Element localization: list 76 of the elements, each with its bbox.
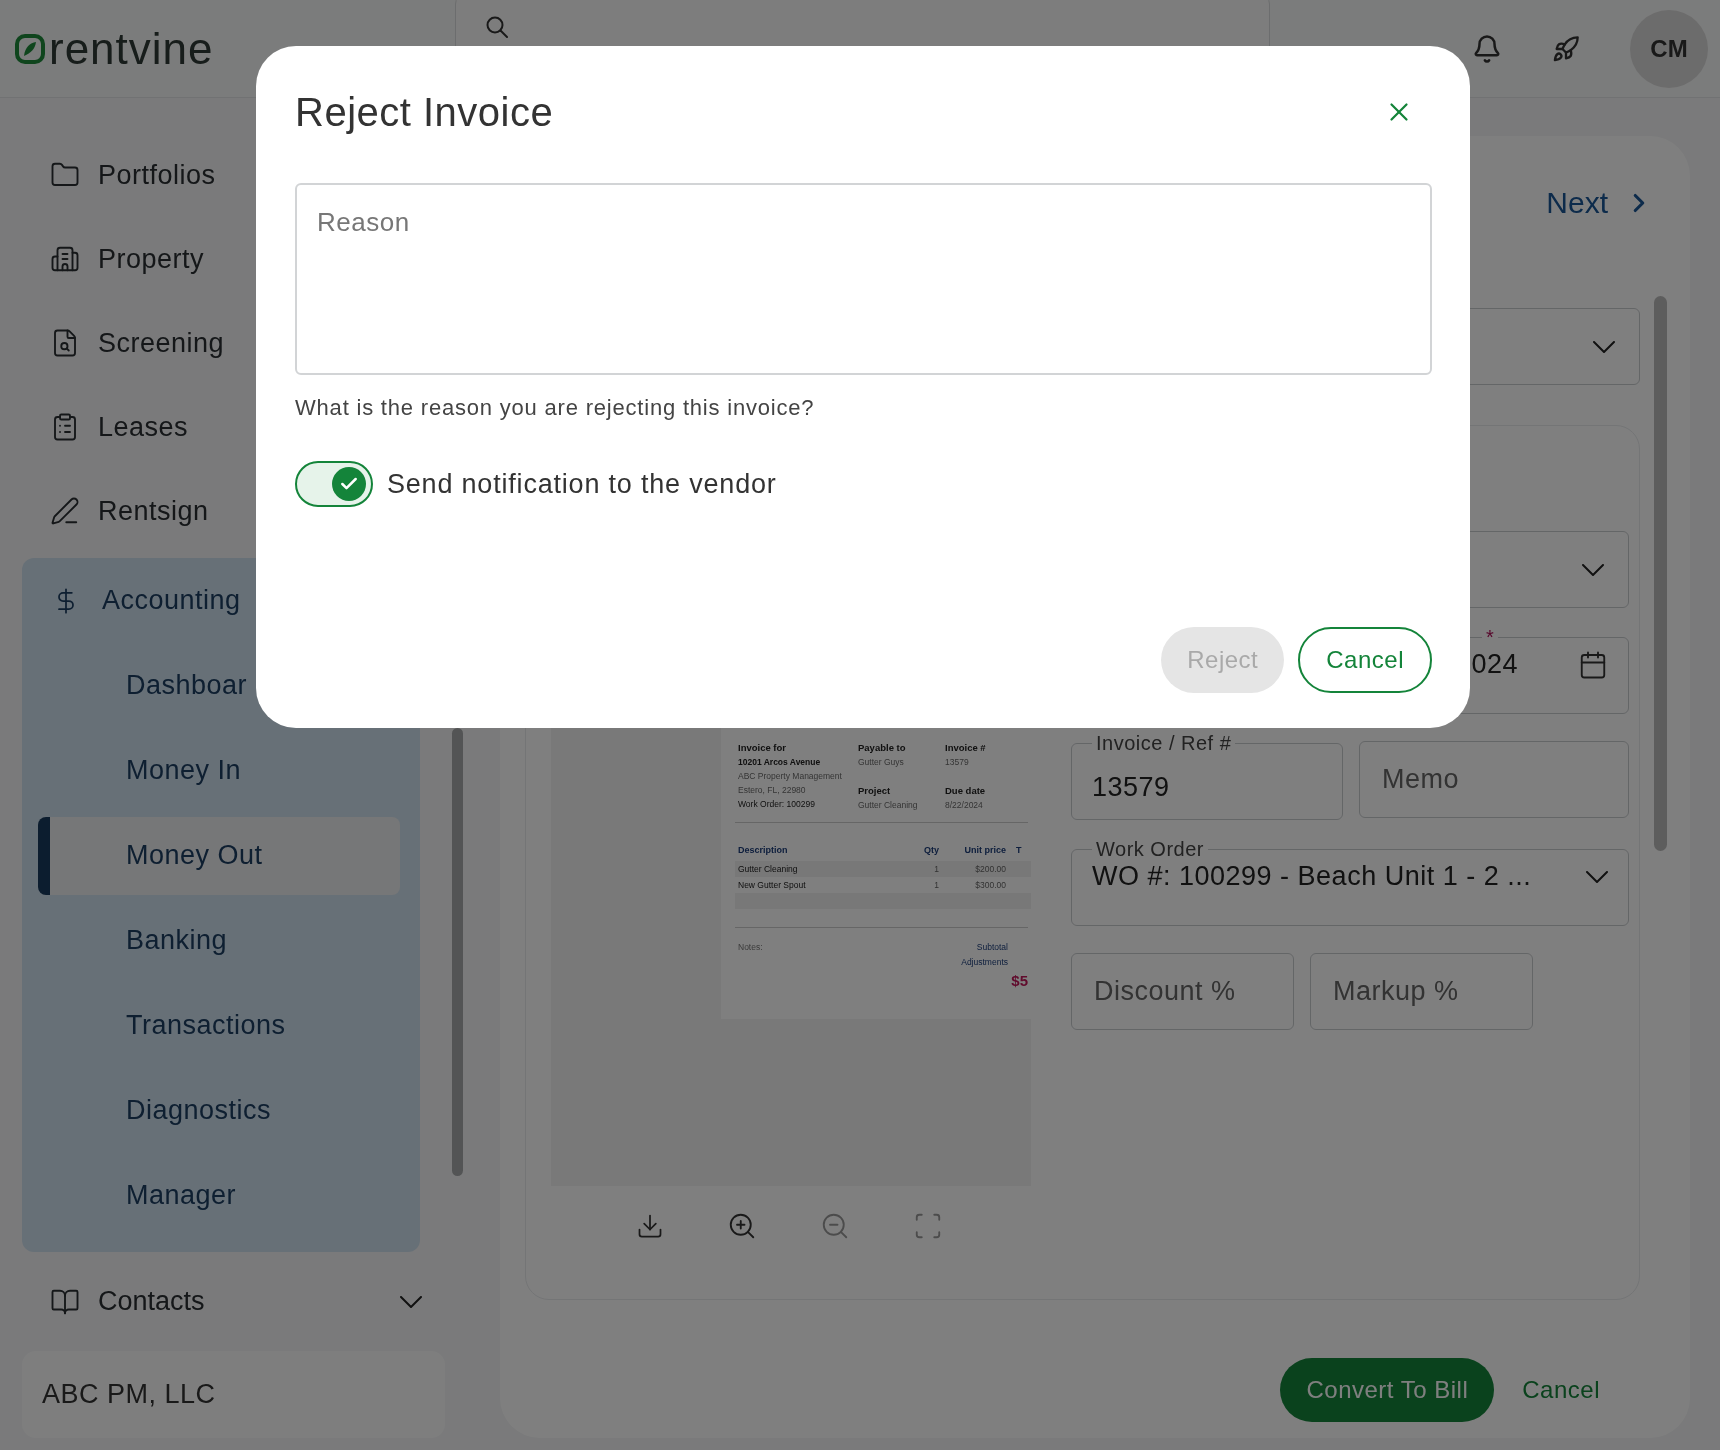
doc-column-header: T — [1015, 845, 1023, 855]
doc-column-header: Unit price — [963, 845, 1006, 855]
doc-label: Payable to — [858, 742, 907, 753]
doc-cell-text: Gutter Cleaning — [738, 864, 799, 874]
doc-cell-text: 1 — [933, 864, 939, 874]
doc-text: Subtotal — [975, 942, 1008, 952]
doc-text: 8/22/2024 — [945, 800, 984, 810]
doc-text: 13579 — [945, 757, 970, 767]
sidebar-item[interactable]: Contacts — [22, 1252, 422, 1351]
doc-label: Invoice for — [738, 742, 788, 753]
download-icon[interactable] — [636, 1212, 664, 1240]
user-avatar[interactable]: CM — [1630, 9, 1708, 88]
chevron-down-icon — [1593, 340, 1615, 353]
leaf-logo-icon — [15, 33, 45, 64]
doc-cell-text: $300.00 — [974, 880, 1006, 890]
convert-button[interactable]: Convert To Bill — [1280, 1358, 1495, 1422]
cancel-button[interactable]: Cancel — [1298, 627, 1432, 693]
reason-field[interactable]: Reason — [295, 183, 1432, 375]
sidebar-subitem[interactable]: Money Out — [38, 816, 400, 895]
next-link[interactable]: Next — [1546, 186, 1654, 220]
required-mark: * — [1485, 626, 1496, 649]
doc-label: Project — [858, 785, 892, 796]
doc-text: Notes: — [738, 942, 764, 952]
zoom-in-icon[interactable] — [727, 1211, 757, 1241]
doc-text: Gutter Guys — [858, 757, 905, 767]
toggle-label: Send notification to the vendor — [387, 468, 777, 500]
logo-text: rentvine — [49, 23, 214, 74]
discount-field[interactable]: Discount % — [1071, 953, 1294, 1030]
doc-text: Work Order: 100299 — [738, 799, 816, 809]
doc-column-header: Description — [738, 845, 789, 855]
sidebar-subitem[interactable]: Banking — [42, 901, 400, 980]
sidebar-subitem[interactable]: Manager — [42, 1156, 400, 1235]
doc-total: $5 — [1010, 972, 1028, 989]
sidebar-item-label: Rentsign — [98, 495, 209, 527]
doc-label: Due date — [945, 785, 987, 796]
work-order-field[interactable]: Work Order WO #: 100299 - Beach Unit 1 - 2 ... — [1071, 838, 1629, 926]
pen-icon — [50, 496, 80, 527]
sidebar-item-label: Contacts — [98, 1286, 206, 1318]
chevron-down-icon — [400, 1295, 422, 1308]
sidebar-item-label: Property — [98, 243, 205, 275]
scrollbar-thumb[interactable] — [1653, 296, 1667, 851]
helper-text: What is the reason you are rejecting this invoice? — [295, 395, 816, 421]
chevron-down-icon — [1586, 870, 1608, 883]
doc-text: Adjustments — [960, 957, 1008, 967]
doc-cell-text: New Gutter Spout — [738, 880, 807, 890]
doc-text: ABC Property Management — [738, 771, 843, 781]
doc-text: 10201 Arcos Avenue — [738, 757, 822, 767]
dialog-title: Reject Invoice — [295, 89, 554, 135]
chevron-down-icon — [1582, 563, 1604, 576]
doc-cell-text: 1 — [933, 880, 939, 890]
notifications-icon[interactable] — [1472, 33, 1502, 64]
sidebar-item-label: Portfolios — [98, 159, 216, 191]
markup-field[interactable]: Markup % — [1310, 953, 1533, 1030]
search-icon — [486, 15, 508, 38]
field-label: Work Order — [1095, 838, 1205, 861]
rocket-icon[interactable] — [1552, 34, 1580, 63]
scrollbar-thumb[interactable] — [452, 728, 463, 1176]
calendar-icon[interactable] — [1578, 649, 1608, 680]
sidebar-item-label: Leases — [98, 411, 189, 443]
doc-label: Invoice # — [945, 742, 987, 753]
sidebar-item-label: Accounting — [102, 585, 241, 617]
sidebar-subitem[interactable]: Diagnostics — [42, 1071, 400, 1150]
doc-text: Estero, FL, 22980 — [738, 785, 807, 795]
notify-toggle[interactable] — [295, 461, 373, 507]
sidebar-subitem[interactable]: Money In — [42, 731, 400, 810]
cancel-link[interactable]: Cancel — [1522, 1376, 1600, 1404]
invoice-ref-field[interactable]: Invoice / Ref # 13579 — [1071, 732, 1343, 820]
sidebar-item[interactable]: Accounting — [42, 558, 400, 644]
doc-text: Gutter Cleaning — [858, 800, 919, 810]
doc-column-header: Qty — [923, 845, 939, 855]
sidebar-item-label: Screening — [98, 327, 225, 359]
doc-cell-text: $200.00 — [974, 864, 1006, 874]
sidebar-subitem[interactable]: Transactions — [42, 986, 400, 1065]
field-label: Invoice / Ref # — [1095, 732, 1233, 755]
memo-field[interactable]: Memo — [1359, 741, 1629, 818]
company-selector[interactable]: ABC PM, LLC — [22, 1351, 445, 1438]
